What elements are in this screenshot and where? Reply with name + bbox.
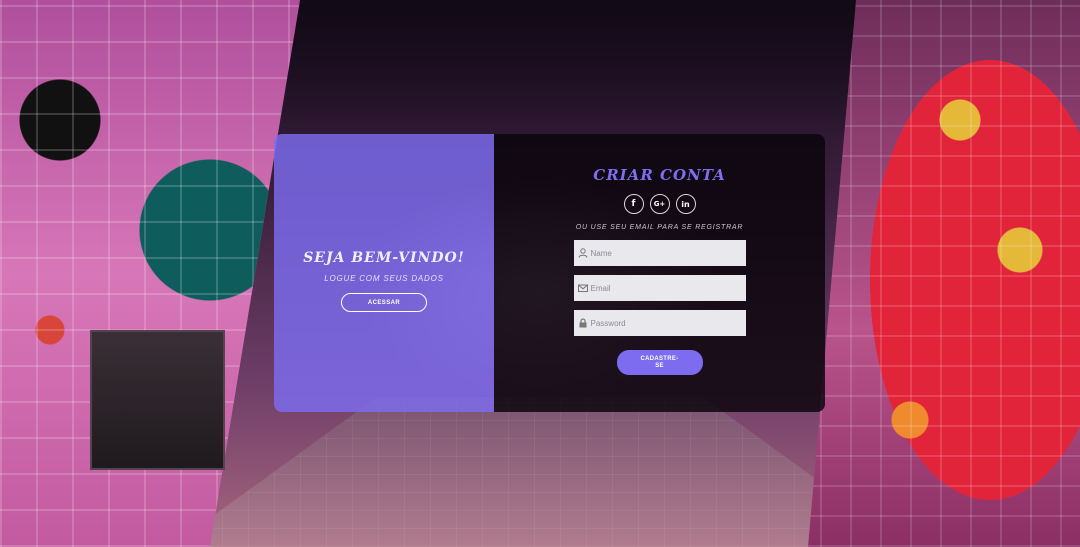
register-panel: CRIAR CONTA f G+ in OU USE SEU EMAIL PAR… [494,134,825,412]
google-plus-icon[interactable]: G+ [649,194,670,214]
register-subtitle: OU USE SEU EMAIL PARA SE REGISTRAR [575,224,744,231]
facebook-icon[interactable]: f [623,194,644,214]
lock-icon [578,318,588,328]
welcome-subtitle: LOGUE COM SEUS DADOS [324,274,444,283]
welcome-panel: SEJA BEM-VINDO! LOGUE COM SEUS DADOS ACE… [274,134,494,412]
email-field [573,275,746,301]
social-buttons: f G+ in [623,194,696,214]
login-button[interactable]: ACESSAR [341,293,427,312]
background-trash-bin [90,330,225,470]
email-input[interactable] [590,283,741,293]
name-input[interactable] [590,248,741,258]
linkedin-icon[interactable]: in [675,194,696,214]
envelope-icon [577,283,588,293]
register-title: CRIAR CONTA [593,166,726,184]
auth-card: SEJA BEM-VINDO! LOGUE COM SEUS DADOS ACE… [274,134,825,412]
register-button[interactable]: CADASTRE-SE [616,350,703,375]
background-floor [170,397,910,547]
welcome-title: SEJA BEM-VINDO! [303,250,465,266]
name-field [573,240,746,266]
user-icon [578,248,588,258]
password-input[interactable] [590,318,741,328]
password-field [573,310,746,336]
